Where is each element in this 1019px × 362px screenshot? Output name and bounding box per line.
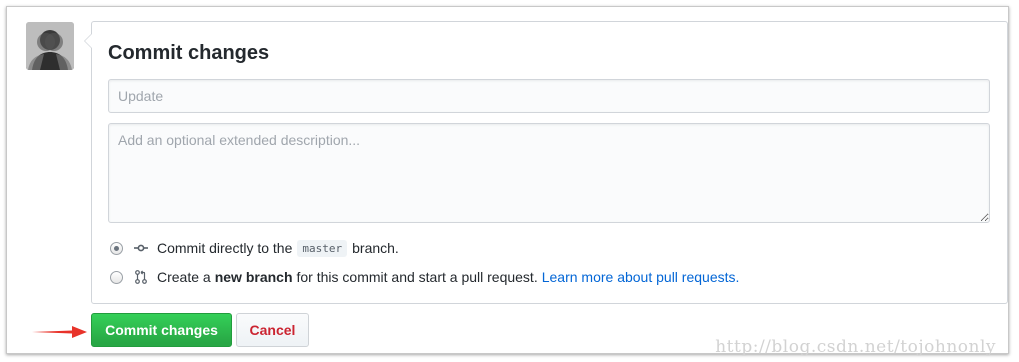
- git-pull-request-icon: [133, 269, 149, 285]
- option-commit-directly[interactable]: Commit directly to the master branch.: [110, 238, 399, 258]
- commit-directly-suffix: branch.: [352, 240, 399, 256]
- git-commit-icon: [133, 240, 149, 256]
- red-arrow-icon: [32, 324, 88, 345]
- commit-form-panel: Commit changes Commit directly to the ma…: [84, 21, 1008, 304]
- cancel-button[interactable]: Cancel: [236, 313, 309, 347]
- screenshot-frame: Commit changes Commit directly to the ma…: [6, 6, 1009, 357]
- form-title: Commit changes: [108, 42, 270, 64]
- watermark: http://blog.csdn.net/tojohnonly: [715, 337, 996, 357]
- avatar[interactable]: [26, 22, 74, 70]
- commit-summary-input[interactable]: [108, 79, 990, 113]
- commit-directly-prefix: Commit directly to the: [157, 240, 293, 256]
- branch-name: master: [297, 239, 348, 257]
- commit-changes-button[interactable]: Commit changes: [91, 313, 232, 347]
- commit-directly-radio[interactable]: [110, 241, 123, 255]
- new-branch-radio[interactable]: [110, 270, 123, 284]
- new-branch-suffix: for this commit and start a pull request…: [296, 269, 538, 285]
- new-branch-prefix: Create a: [157, 269, 211, 285]
- new-branch-bold: new branch: [214, 269, 293, 285]
- pull-requests-help-link[interactable]: Learn more about pull requests.: [542, 269, 740, 285]
- commit-description-textarea[interactable]: [108, 123, 990, 223]
- option-new-branch[interactable]: Create a new branch for this commit and …: [110, 267, 739, 287]
